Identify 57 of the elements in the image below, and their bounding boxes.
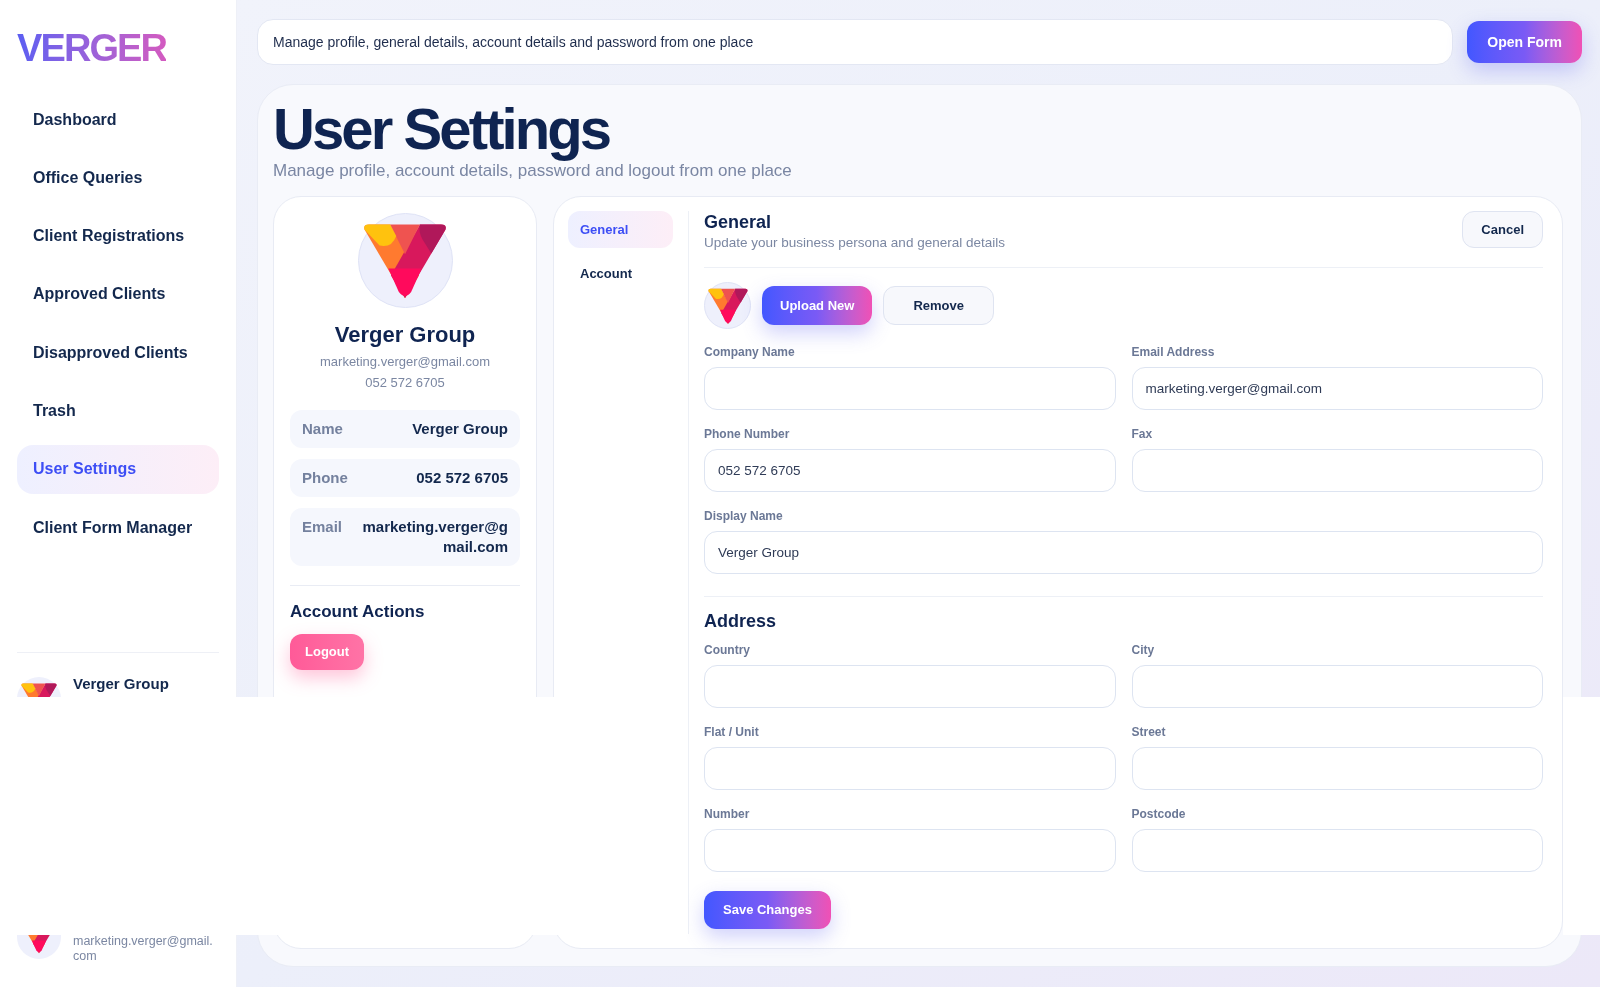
page-subtitle: Manage profile, account details, password and logout from one place xyxy=(273,161,793,182)
profile-email: marketing.verger@gmail.com xyxy=(319,353,491,371)
account-name: Verger Group xyxy=(73,674,169,694)
section-title: Account Actions xyxy=(290,601,426,623)
text-field[interactable] xyxy=(1131,665,1543,708)
profile-name: Verger Group xyxy=(333,321,477,349)
field-label: Email Address xyxy=(1131,344,1216,360)
nav-item[interactable]: Client Form Manager xyxy=(17,503,219,553)
remove-button[interactable]: Remove xyxy=(883,286,994,325)
save-button[interactable]: Save Changes xyxy=(704,891,831,929)
field-label: Phone Number xyxy=(704,426,791,442)
profile-phone: 052 572 6705 xyxy=(364,374,446,392)
section-title: General xyxy=(704,211,773,233)
text-field[interactable]: 052 572 6705 xyxy=(704,449,1116,492)
text-field[interactable] xyxy=(1131,449,1543,492)
nav-item[interactable]: Office Queries xyxy=(17,153,219,203)
field-label: Flat / Unit xyxy=(704,724,760,740)
nav-item[interactable]: Dashboard xyxy=(17,95,219,144)
nav-item[interactable]: Approved Clients xyxy=(17,269,219,319)
nav-item[interactable]: Trash xyxy=(17,386,219,436)
text-field[interactable] xyxy=(1131,747,1543,790)
cancel-button[interactable]: Cancel xyxy=(1462,211,1543,248)
text-field[interactable] xyxy=(704,747,1116,790)
avatar-icon xyxy=(704,282,751,329)
text-field[interactable] xyxy=(704,367,1116,410)
field-label: Postcode xyxy=(1131,806,1187,822)
tab[interactable]: General xyxy=(568,211,673,248)
detail-label: Email xyxy=(302,517,343,537)
upload-button[interactable]: Upload New xyxy=(762,286,873,325)
field-label: Country xyxy=(704,642,751,658)
account-email: marketing.verger@gmail.com xyxy=(73,934,214,963)
field-label: Company Name xyxy=(704,344,796,360)
field-label: Number xyxy=(704,806,751,822)
field-label: Display Name xyxy=(704,508,784,524)
text-field[interactable]: marketing.verger@gmail.com xyxy=(1131,367,1543,410)
tab[interactable]: Account xyxy=(568,255,673,292)
info-bar: Manage profile, general details, account details and password from one place xyxy=(257,19,1454,65)
detail-value: Verger Group xyxy=(412,419,508,439)
section-subtitle: Update your business persona and general details xyxy=(704,234,1005,252)
nav-item[interactable]: Disapproved Clients xyxy=(17,328,219,378)
avatar-icon xyxy=(17,935,61,959)
open-form-button[interactable]: Open Form xyxy=(1467,21,1582,63)
detail-value: 052 572 6705 xyxy=(416,468,508,488)
field-label: Fax xyxy=(1131,426,1154,442)
section-title: Address xyxy=(704,610,778,632)
detail-label: Name xyxy=(302,419,343,439)
nav-item[interactable]: Client Registrations xyxy=(17,211,219,261)
field-label: City xyxy=(1131,642,1156,658)
text-field[interactable] xyxy=(704,829,1116,872)
text-field[interactable] xyxy=(704,665,1116,708)
text-field[interactable]: Verger Group xyxy=(704,531,1543,574)
detail-label: Phone xyxy=(302,468,348,488)
text-field[interactable] xyxy=(1131,829,1543,872)
avatar-icon xyxy=(17,677,61,697)
field-label: Street xyxy=(1131,724,1167,740)
detail-value: marketing.verger@gmail.com xyxy=(361,517,508,557)
nav-item[interactable]: User Settings xyxy=(17,444,219,494)
